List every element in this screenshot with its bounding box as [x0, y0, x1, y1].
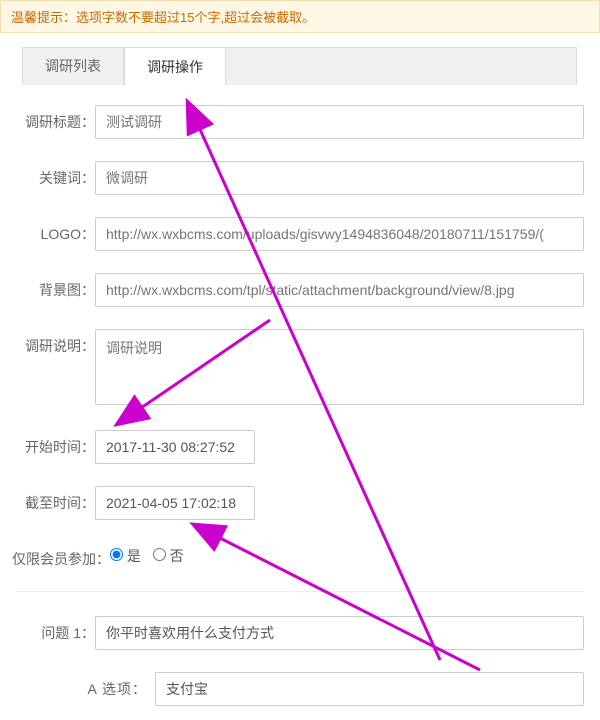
label-bg: 背景图：: [0, 273, 95, 300]
divider: [16, 591, 584, 592]
warning-tip: 温馨提示：选项字数不要超过15个字,超过会被截取。: [0, 0, 600, 33]
bg-input[interactable]: [95, 273, 584, 307]
start-time-input[interactable]: [95, 430, 255, 464]
label-end: 截至时间：: [0, 486, 95, 513]
radio-yes[interactable]: [110, 548, 123, 561]
member-only-group: 是 否: [110, 542, 584, 566]
tab-bar: 调研列表 调研操作: [22, 47, 577, 85]
tab-survey-list[interactable]: 调研列表: [23, 47, 124, 85]
title-input[interactable]: [95, 105, 584, 139]
option-a-input[interactable]: [155, 672, 584, 706]
tab-survey-ops[interactable]: 调研操作: [124, 47, 226, 86]
label-member-only: 仅限会员参加：: [0, 542, 110, 569]
label-title: 调研标题：: [0, 105, 95, 132]
radio-no-text: 否: [170, 548, 184, 564]
logo-input[interactable]: [95, 217, 584, 251]
radio-no-label[interactable]: 否: [153, 548, 184, 564]
label-keyword: 关键词：: [0, 161, 95, 188]
question-1-input[interactable]: [95, 616, 584, 650]
keyword-input[interactable]: [95, 161, 584, 195]
label-logo: LOGO：: [0, 217, 95, 244]
desc-textarea[interactable]: [95, 329, 584, 405]
radio-yes-label[interactable]: 是: [110, 548, 141, 564]
survey-form: 调研标题： 关键词： LOGO： 背景图： 调研说明： 开始时间： 截至时间： …: [0, 85, 600, 706]
label-question-1: 问题 1：: [0, 616, 95, 643]
label-start: 开始时间：: [0, 430, 95, 457]
radio-no[interactable]: [153, 548, 166, 561]
radio-yes-text: 是: [127, 548, 141, 564]
label-option-a: A 选项：: [0, 679, 155, 699]
label-desc: 调研说明：: [0, 329, 95, 356]
end-time-input[interactable]: [95, 486, 255, 520]
